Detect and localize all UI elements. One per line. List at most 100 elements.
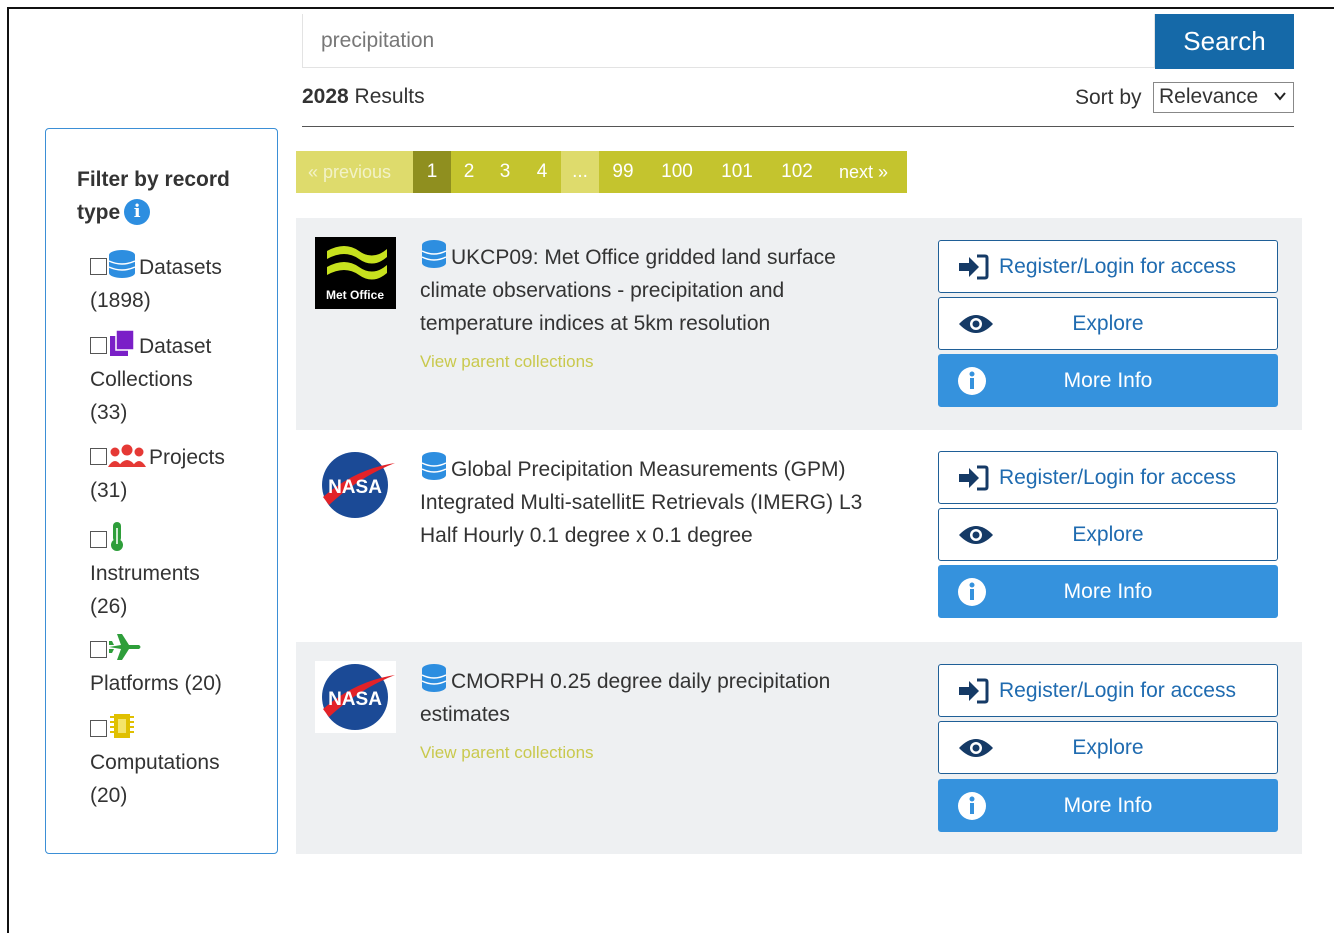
filter-label-line2: Collections (90, 368, 193, 391)
chip-icon (110, 714, 134, 738)
result-card: NASA CMORPH 0.25 degree daily precipitat… (296, 642, 1302, 854)
page-100[interactable]: 100 (647, 151, 707, 193)
page-3[interactable]: 3 (487, 151, 523, 193)
explore-label: Explore (1072, 312, 1144, 335)
result-title-text: Global Precipitation Measurements (GPM) … (420, 458, 863, 547)
register-login-button[interactable]: Register/Login for access (938, 240, 1278, 293)
filter-count: (1898) (90, 289, 151, 312)
instruments-checkbox[interactable] (90, 531, 107, 548)
more-info-label: More Info (1063, 794, 1153, 817)
view-parent-collections-link[interactable]: View parent collections (420, 352, 594, 372)
page-102[interactable]: 102 (767, 151, 827, 193)
more-info-button[interactable]: More Info (938, 779, 1278, 832)
result-title[interactable]: UKCP09: Met Office gridded land surface … (420, 239, 895, 340)
projects-checkbox[interactable] (90, 448, 107, 465)
pagination-next[interactable]: next » (827, 151, 907, 193)
filter-label: Datasets (139, 256, 222, 279)
filter-label: Instruments (90, 562, 200, 585)
register-login-button[interactable]: Register/Login for access (938, 451, 1278, 504)
result-card: Met Office UKCP09: Met Office gridded la… (296, 218, 1302, 430)
explore-label: Explore (1072, 736, 1144, 759)
database-icon (421, 452, 447, 480)
page-4[interactable]: 4 (523, 151, 561, 193)
sort-label: Sort by (1075, 86, 1142, 109)
register-label: Register/Login for access (999, 679, 1236, 702)
sort-select[interactable]: Relevance (1153, 82, 1294, 113)
sign-in-icon (959, 254, 989, 280)
search-input[interactable] (302, 14, 1155, 68)
logo-text: NASA (328, 477, 382, 498)
database-icon (108, 250, 136, 278)
nasa-logo: NASA (315, 661, 396, 733)
users-icon (108, 444, 146, 467)
explore-button[interactable]: Explore (938, 508, 1278, 561)
info-icon (958, 367, 986, 395)
filter-count: (33) (90, 401, 128, 424)
page-101[interactable]: 101 (707, 151, 767, 193)
filter-item-instruments: Instruments (26) (90, 520, 270, 623)
nasa-logo: NASA (315, 449, 396, 521)
results-count: 2028 Results (302, 85, 425, 109)
result-card: NASA Global Precipitation Measurements (… (296, 430, 1302, 642)
chevron-down-icon (1274, 92, 1286, 101)
logo-text: NASA (328, 689, 382, 710)
met-office-logo: Met Office (315, 237, 396, 309)
filter-item-collections: Dataset Collections (33) (90, 328, 270, 429)
info-icon[interactable]: i (124, 199, 151, 225)
eye-icon (959, 739, 993, 757)
page-1[interactable]: 1 (413, 151, 451, 193)
result-title[interactable]: CMORPH 0.25 degree daily precipitation e… (420, 663, 895, 731)
info-icon (958, 792, 986, 820)
filter-count: (20) (90, 784, 128, 807)
result-title-text: UKCP09: Met Office gridded land surface … (420, 246, 836, 335)
filter-panel: Filter by record type i Datasets (1898) Da… (45, 128, 278, 854)
register-label: Register/Login for access (999, 466, 1236, 489)
divider (302, 126, 1294, 127)
filter-count: (26) (90, 595, 128, 618)
filter-title: Filter by record type i (77, 163, 257, 229)
logo-text: Met Office (326, 288, 384, 302)
page-2[interactable]: 2 (451, 151, 487, 193)
explore-button[interactable]: Explore (938, 721, 1278, 774)
sign-in-icon (959, 678, 989, 704)
filter-label: Platforms (20) (90, 672, 222, 695)
filter-item-computations: Computations (20) (90, 711, 270, 812)
filter-label: Dataset (139, 335, 212, 358)
info-icon (958, 578, 986, 606)
explore-button[interactable]: Explore (938, 297, 1278, 350)
page-99[interactable]: 99 (599, 151, 647, 193)
platforms-checkbox[interactable] (90, 641, 107, 658)
pagination-previous[interactable]: « previous (296, 151, 413, 193)
plane-icon (109, 634, 141, 660)
database-icon (421, 664, 447, 692)
more-info-button[interactable]: More Info (938, 565, 1278, 618)
register-login-button[interactable]: Register/Login for access (938, 664, 1278, 717)
collection-icon (110, 329, 135, 356)
datasets-checkbox[interactable] (90, 258, 107, 275)
pagination: « previous 1 2 3 4 ... 99 100 101 102 ne… (296, 151, 907, 193)
search-button[interactable]: Search (1155, 14, 1294, 69)
page-ellipsis: ... (561, 151, 599, 193)
filter-item-projects: Projects (31) (90, 441, 270, 507)
results-suffix: Results (348, 85, 425, 108)
more-info-label: More Info (1063, 369, 1153, 392)
result-title-text: CMORPH 0.25 degree daily precipitation e… (420, 670, 831, 726)
thermometer-icon (111, 522, 123, 551)
result-title[interactable]: Global Precipitation Measurements (GPM) … (420, 451, 895, 552)
filter-label: Computations (90, 751, 220, 774)
view-parent-collections-link[interactable]: View parent collections (420, 743, 594, 763)
sign-in-icon (959, 465, 989, 491)
explore-label: Explore (1072, 523, 1144, 546)
collections-checkbox[interactable] (90, 337, 107, 354)
filter-title-text: Filter by record type (77, 168, 230, 224)
register-label: Register/Login for access (999, 255, 1236, 278)
filter-item-datasets: Datasets (1898) (90, 249, 270, 317)
more-info-button[interactable]: More Info (938, 354, 1278, 407)
eye-icon (959, 526, 993, 544)
eye-icon (959, 315, 993, 333)
computations-checkbox[interactable] (90, 720, 107, 737)
more-info-label: More Info (1063, 580, 1153, 603)
results-number: 2028 (302, 85, 349, 108)
filter-count: (31) (90, 479, 128, 502)
filter-item-platforms: Platforms (20) (90, 632, 270, 700)
